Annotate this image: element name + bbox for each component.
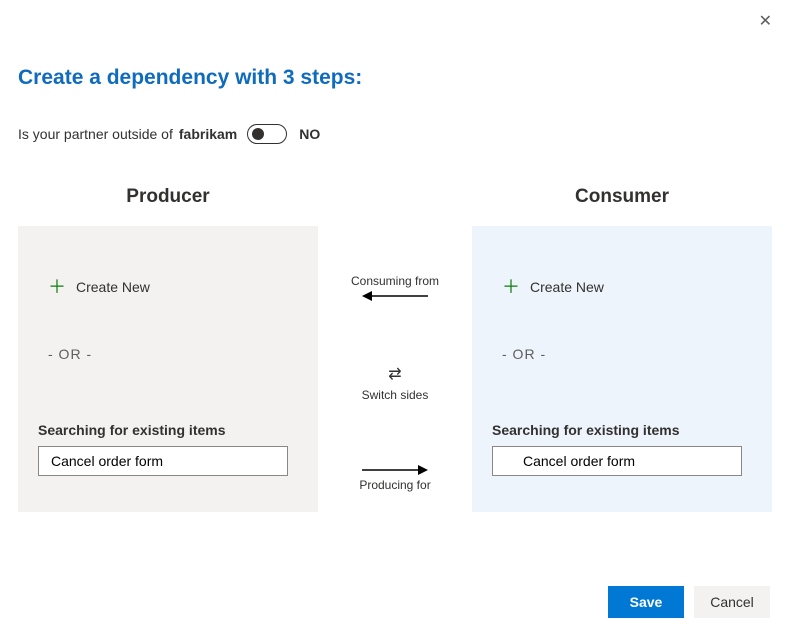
consumer-or-divider: - OR - [502,346,752,362]
plus-icon: ＋ [502,278,520,296]
partner-org-name: fabrikam [179,126,237,142]
consumer-search-input[interactable] [492,446,742,476]
dialog-footer: Save Cancel [608,586,770,618]
arrow-right-icon [360,464,430,476]
consumer-search-wrap: 🐞 [492,446,742,476]
producer-panel: ＋ Create New - OR - Searching for existi… [18,226,318,512]
columns-heading-row: Producer Consumer [18,186,772,226]
producer-create-new-button[interactable]: ＋ Create New [48,278,298,296]
toggle-value-label: NO [299,126,320,142]
producer-or-divider: - OR - [48,346,298,362]
dependency-columns: ＋ Create New - OR - Searching for existi… [18,226,772,512]
switch-sides-label: Switch sides [362,388,429,402]
consumer-panel: ＋ Create New - OR - Searching for existi… [472,226,772,512]
switch-sides-button[interactable]: ⇄ Switch sides [362,364,429,402]
partner-question-row: Is your partner outside of fabrikam NO [18,124,772,144]
producing-for-block: Producing for [359,464,430,492]
consuming-from-block: Consuming from [351,274,439,302]
cancel-button[interactable]: Cancel [694,586,770,618]
producer-heading: Producer [18,186,318,208]
consuming-from-label: Consuming from [351,274,439,288]
producing-for-label: Producing for [359,478,430,492]
close-icon[interactable]: ✕ [759,14,772,30]
swap-icon: ⇄ [388,364,401,384]
consumer-create-new-button[interactable]: ＋ Create New [502,278,752,296]
producer-search-input[interactable] [38,446,288,476]
consumer-heading: Consumer [472,186,772,208]
toggle-knob [252,128,264,140]
arrow-left-icon [360,290,430,302]
producer-create-new-label: Create New [76,279,150,295]
partner-question-text: Is your partner outside of [18,126,173,142]
middle-column: Consuming from ⇄ Switch sides Producing … [318,226,472,512]
producer-search-wrap [38,446,288,476]
consumer-search-label: Searching for existing items [492,422,752,438]
consumer-create-new-label: Create New [530,279,604,295]
plus-icon: ＋ [48,278,66,296]
partner-outside-toggle[interactable] [247,124,287,144]
producer-search-label: Searching for existing items [38,422,298,438]
save-button[interactable]: Save [608,586,684,618]
page-title: Create a dependency with 3 steps: [18,66,772,90]
